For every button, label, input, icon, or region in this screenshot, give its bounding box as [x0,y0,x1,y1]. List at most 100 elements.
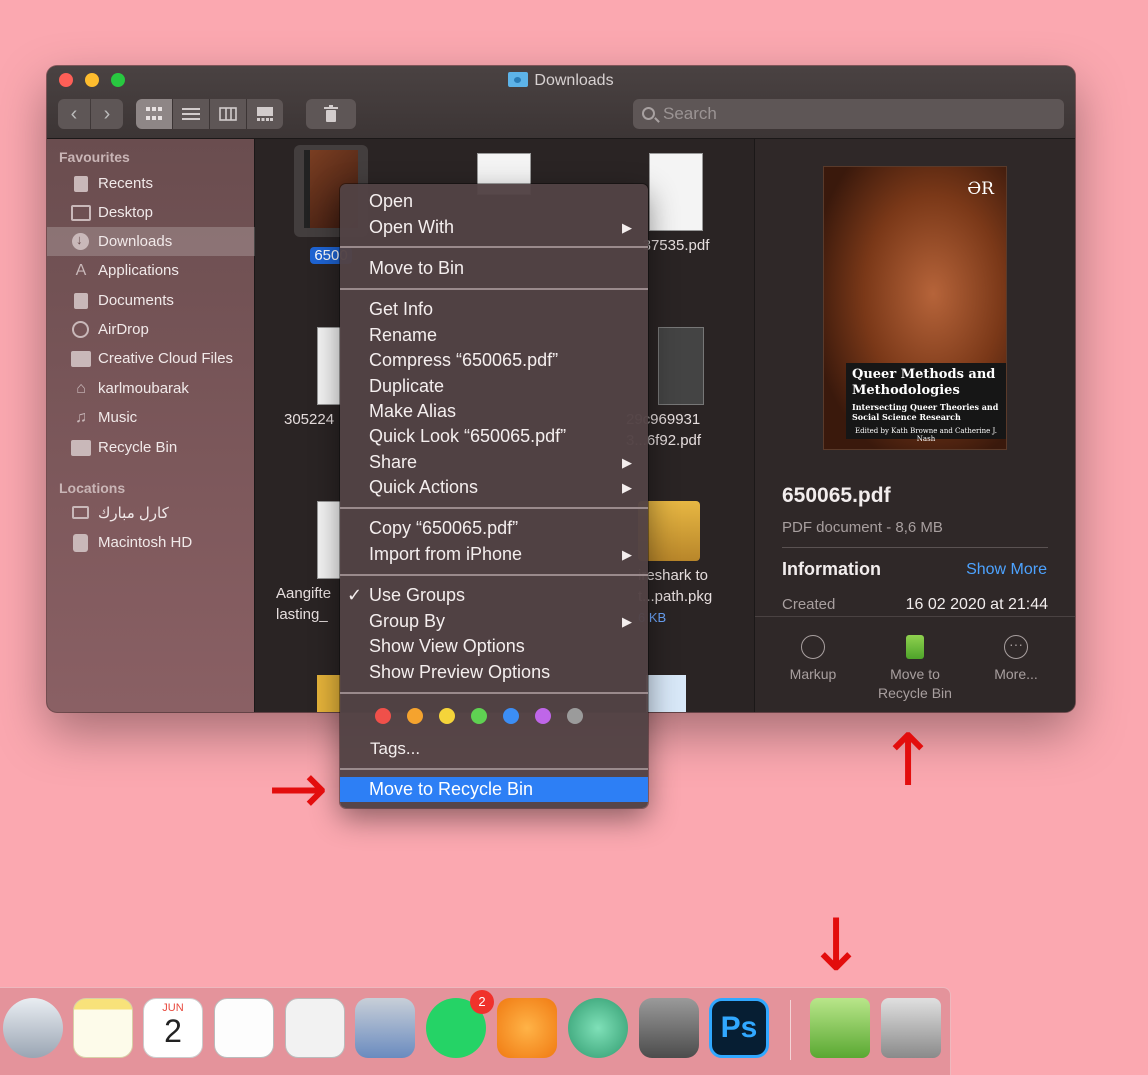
menu-item-show-preview-options[interactable]: Show Preview Options [340,660,648,685]
sidebar-item-macintosh-hd[interactable]: Macintosh HD [47,528,255,557]
tag-blue-button[interactable] [503,708,519,724]
image-thumbnail [658,327,704,405]
menu-item-compress[interactable]: Compress “650065.pdf” [340,348,648,373]
list-view-button[interactable] [173,99,210,129]
publisher-logo: ƏR [967,179,994,199]
menu-item-use-groups[interactable]: ✓ Use Groups [340,583,648,608]
system-preferences-icon[interactable] [639,998,699,1058]
forward-button[interactable]: › [91,99,123,129]
music-icon: ♫ [75,408,87,426]
sidebar-item-music[interactable]: ♫ Music [47,403,255,432]
textedit-icon[interactable] [214,998,274,1058]
delete-button[interactable] [306,99,356,129]
columns-icon [219,107,237,121]
list-icon [182,108,200,120]
recycle-bin-full-icon[interactable] [810,998,870,1058]
sidebar-item-recents[interactable]: Recents [47,169,255,198]
gallery-icon [257,107,273,121]
sidebar-item-airdrop[interactable]: AirDrop [47,315,255,344]
sidebar-item-documents[interactable]: Documents [47,286,255,315]
submenu-arrow-icon: ▶ [622,220,632,235]
created-label: Created [782,596,836,613]
sidebar-item-home[interactable]: ⌂ karlmoubarak [47,374,255,403]
sidebar-item-recycle-bin[interactable]: Recycle Bin [47,433,255,462]
menu-item-get-info[interactable]: Get Info [340,297,648,322]
trash-full-icon[interactable] [881,998,941,1058]
menu-item-make-alias[interactable]: Make Alias [340,399,648,424]
tag-yellow-button[interactable] [439,708,455,724]
script-editor-icon[interactable] [285,998,345,1058]
more-actions-button[interactable]: ··· More... [971,635,1061,684]
locations-header: Locations [59,480,126,496]
menu-item-move-to-bin[interactable]: Move to Bin [340,256,648,281]
applications-icon: A [75,261,87,279]
icon-view-button[interactable] [136,99,173,129]
submenu-arrow-icon: ▶ [622,547,632,562]
recycle-bin-icon [906,635,924,659]
menu-item-import-from-iphone[interactable]: Import from iPhone ▶ [340,542,648,567]
menu-item-open-with[interactable]: Open With ▶ [340,215,648,240]
tag-green-button[interactable] [471,708,487,724]
divider [782,547,1048,548]
book-cover-preview: ƏR Queer Methods and Methodologies Inter… [823,166,1007,450]
automator-icon[interactable] [3,998,63,1058]
home-icon: ⌂ [76,379,86,397]
tag-red-button[interactable] [375,708,391,724]
menu-separator [340,246,648,248]
sidebar-item-desktop[interactable]: Desktop [47,198,255,227]
preview-file-name: 650065.pdf [782,484,891,507]
tag-gray-button[interactable] [567,708,583,724]
directory-utility-icon[interactable] [355,998,415,1058]
menu-item-rename[interactable]: Rename [340,323,648,348]
downloads-folder-icon [508,72,529,87]
menu-item-quick-actions[interactable]: Quick Actions ▶ [340,475,648,500]
sidebar-item-computer[interactable]: كارل مبارك [47,498,255,527]
tag-orange-button[interactable] [407,708,423,724]
atom-icon[interactable] [568,998,628,1058]
folder-icon [71,439,91,456]
sidebar: Favourites Recents Desktop Downloads AAp… [47,139,255,712]
menu-item-copy[interactable]: Copy “650065.pdf” [340,516,648,541]
desktop-icon [71,204,91,221]
notification-badge: 2 [470,990,494,1014]
favourites-header: Favourites [59,149,130,165]
menu-item-open[interactable]: Open [340,189,648,214]
information-header: Information [782,559,881,579]
context-menu: Open Open With ▶ Move to Bin Get Info Ren… [340,184,648,808]
show-more-link[interactable]: Show More [966,561,1047,579]
annotation-arrow-up-icon: ↑ [878,718,939,802]
grid-icon [146,107,162,120]
gallery-view-button[interactable] [247,99,283,129]
search-field[interactable]: Search [633,99,1064,129]
photoshop-icon[interactable]: Ps [709,998,769,1058]
back-button[interactable]: ‹ [58,99,90,129]
menu-item-show-view-options[interactable]: Show View Options [340,634,648,659]
sidebar-item-applications[interactable]: A Applications [47,256,255,285]
dock: JUN 2 2 Ps [0,987,951,1075]
window-title: Downloads [47,72,1075,90]
calendar-icon[interactable]: JUN 2 [143,998,203,1058]
tag-purple-button[interactable] [535,708,551,724]
preview-file-kind: PDF document - 8,6 MB [782,519,943,536]
menu-item-move-to-recycle-bin[interactable]: Move to Recycle Bin [340,777,648,802]
menu-item-group-by[interactable]: Group By ▶ [340,609,648,634]
sidebar-item-creative-cloud-files[interactable]: Creative Cloud Files [47,344,255,373]
menu-separator [340,574,648,576]
sidebar-item-downloads[interactable]: Downloads [47,227,255,256]
menu-item-tags[interactable]: Tags... [340,736,648,761]
search-placeholder: Search [663,104,717,123]
trash-icon [324,105,338,122]
quick-actions-bar: Markup Move to Recycle Bin ··· More... [755,616,1075,712]
markup-button[interactable]: Markup [768,635,858,684]
file-item-wireshark-pkg[interactable]: ireshark to t...path.pkg 6 KB [638,501,748,628]
folder-icon [71,350,91,367]
column-view-button[interactable] [210,99,247,129]
checkmark-icon: ✓ [347,585,363,605]
whatsapp-icon[interactable]: 2 [426,990,494,1058]
menu-item-quick-look[interactable]: Quick Look “650065.pdf” [340,424,648,449]
move-to-recycle-bin-button[interactable]: Move to Recycle Bin [870,635,960,703]
books-icon[interactable] [497,998,557,1058]
menu-item-share[interactable]: Share ▶ [340,450,648,475]
notes-icon[interactable] [73,998,133,1058]
menu-item-duplicate[interactable]: Duplicate [340,374,648,399]
